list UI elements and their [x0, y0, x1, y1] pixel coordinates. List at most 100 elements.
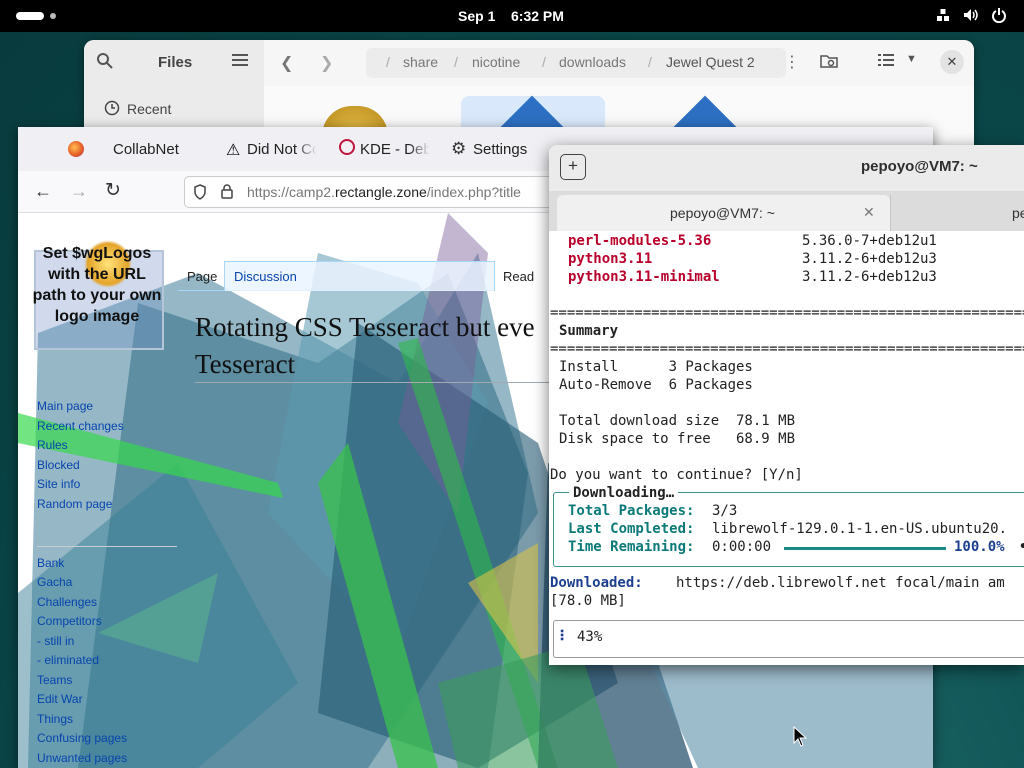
- total-packages-label: Total Packages:: [568, 503, 695, 519]
- activities-button[interactable]: [16, 12, 44, 20]
- tab-close-icon[interactable]: ✕: [863, 204, 875, 221]
- portal-link-edit-war[interactable]: Edit War: [37, 692, 83, 706]
- tab-page[interactable]: Page: [187, 269, 217, 284]
- crumb-separator: /: [542, 54, 546, 70]
- breadcrumb-nicotine[interactable]: nicotine: [472, 54, 520, 70]
- portal-link-teams[interactable]: Teams: [37, 673, 72, 687]
- back-icon[interactable]: ❮: [280, 53, 293, 73]
- list-view-icon[interactable]: [878, 52, 894, 73]
- portal-link-challenges[interactable]: Challenges: [37, 595, 97, 609]
- tab-did-not[interactable]: Did Not Co: [247, 141, 317, 158]
- portal-link-still-in[interactable]: - still in: [37, 634, 74, 648]
- terminal-tab-active[interactable]: pepoyo@VM7: ~ ✕: [557, 195, 890, 231]
- kde-icon: [339, 139, 355, 155]
- nav-link-main-page[interactable]: Main page: [37, 399, 93, 413]
- spinner-icon: ⠇: [559, 629, 570, 645]
- terminal-tab-bar: pepoyo@VM7: ~ ✕ pe: [549, 191, 1024, 231]
- separator-rule: ========================================…: [550, 341, 1024, 357]
- downloaded-label: Downloaded:: [550, 575, 643, 591]
- close-icon[interactable]: ✕: [940, 50, 964, 74]
- sidebar-item-recent[interactable]: Recent: [127, 101, 171, 117]
- logo-placeholder-text[interactable]: Set $wgLogos with the URL path to your o…: [32, 243, 162, 327]
- progress-percent: 43%: [577, 629, 603, 645]
- portal-link-competitors[interactable]: Competitors: [37, 614, 102, 628]
- breadcrumb-current[interactable]: Jewel Quest 2: [666, 54, 755, 70]
- view-dropdown-icon[interactable]: ▼: [906, 53, 917, 65]
- downloading-title: Downloading…: [569, 485, 679, 501]
- continue-prompt: Do you want to continue? [Y/n]: [550, 467, 803, 483]
- power-icon[interactable]: [990, 7, 1008, 25]
- crumb-separator: /: [454, 54, 458, 70]
- package-name: perl-modules-5.36: [568, 233, 712, 249]
- warning-icon: ⚠: [226, 142, 241, 159]
- back-arrow-icon[interactable]: ←: [34, 181, 52, 202]
- nav-link-site-info[interactable]: Site info: [37, 477, 80, 491]
- portal-divider: [37, 546, 177, 547]
- download-progress-bar: [784, 547, 946, 550]
- terminal-tab-label: pe: [1012, 205, 1024, 221]
- new-tab-plus-icon[interactable]: +: [560, 154, 586, 180]
- portal-link-unwanted-pages[interactable]: Unwanted pages: [37, 751, 127, 765]
- downloaded-size: [78.0 MB]: [550, 593, 626, 609]
- forward-arrow-icon[interactable]: →: [70, 181, 88, 202]
- lock-icon[interactable]: [221, 183, 233, 204]
- url-text: https://camp2.rectangle.zone/index.php?t…: [247, 184, 521, 200]
- tab-read[interactable]: Read: [503, 269, 534, 284]
- volume-icon[interactable]: [962, 7, 980, 25]
- menu-icon[interactable]: [232, 52, 248, 73]
- more-options-icon[interactable]: ⋮: [784, 52, 800, 72]
- firefox-icon[interactable]: [68, 141, 84, 157]
- time-remaining-label: Time Remaining:: [568, 539, 695, 555]
- download-size-line: Total download size 78.1 MB: [559, 413, 796, 429]
- last-completed-label: Last Completed:: [568, 521, 695, 537]
- terminal-title: pepoyo@VM7: ~: [861, 158, 978, 175]
- terminal-tab-second[interactable]: pe: [890, 195, 1024, 231]
- package-version: 3.11.2-6+deb12u3: [802, 269, 937, 285]
- shield-icon[interactable]: [193, 184, 207, 205]
- progress-box: [553, 620, 1024, 658]
- portal-link-eliminated[interactable]: - eliminated: [37, 653, 99, 667]
- nav-link-blocked[interactable]: Blocked: [37, 458, 80, 472]
- crumb-separator: /: [648, 54, 652, 70]
- download-percent: 100.0%: [954, 539, 1005, 555]
- terminal-tab-label: pepoyo@VM7: ~: [670, 205, 775, 221]
- tab-discussion[interactable]: Discussion: [234, 269, 297, 284]
- terminal-headerbar: + pepoyo@VM7: ~: [549, 145, 1024, 191]
- tab-collabnet[interactable]: CollabNet: [113, 141, 179, 158]
- workspace-indicator[interactable]: [50, 13, 56, 19]
- total-packages-value: 3/3: [712, 503, 738, 519]
- summary-heading: Summary: [559, 323, 619, 339]
- breadcrumb-downloads[interactable]: downloads: [559, 54, 626, 70]
- files-title: Files: [158, 54, 193, 71]
- clock-time[interactable]: 6:32 PM: [511, 8, 564, 24]
- breadcrumb-share[interactable]: share: [403, 54, 438, 70]
- package-name: python3.11: [568, 251, 653, 267]
- package-version: 3.11.2-6+deb12u3: [802, 251, 937, 267]
- nav-link-recent-changes[interactable]: Recent changes: [37, 419, 124, 433]
- tab-kde[interactable]: KDE - Deb: [360, 141, 430, 158]
- title-divider: [195, 382, 555, 383]
- nav-link-random-page[interactable]: Random page: [37, 497, 112, 511]
- top-bar: Sep 1 6:32 PM: [0, 0, 1024, 32]
- downloaded-url: https://deb.librewolf.net focal/main am: [676, 575, 1005, 591]
- separator-rule: ========================================…: [550, 305, 1024, 321]
- time-remaining-value: 0:00:00: [712, 539, 772, 555]
- nav-link-rules[interactable]: Rules: [37, 438, 68, 452]
- search-icon[interactable]: [96, 52, 114, 75]
- files-headerbar: ❮ ❯ / share / nicotine / downloads / Jew…: [264, 40, 974, 86]
- network-icon[interactable]: [934, 7, 952, 25]
- package-name: python3.11-minimal: [568, 269, 720, 285]
- portal-link-confusing-pages[interactable]: Confusing pages: [37, 731, 127, 745]
- portal-link-bank[interactable]: Bank: [37, 556, 64, 570]
- reload-icon[interactable]: ↻: [105, 179, 121, 202]
- folder-search-icon[interactable]: [820, 52, 838, 75]
- clock-date[interactable]: Sep 1: [458, 8, 495, 24]
- disk-space-line: Disk space to free 68.9 MB: [559, 431, 796, 447]
- crumb-separator: /: [386, 54, 390, 70]
- terminal-window: + pepoyo@VM7: ~ pepoyo@VM7: ~ ✕ pe perl-…: [549, 145, 1024, 665]
- forward-icon[interactable]: ❯: [320, 53, 333, 73]
- portal-link-gacha[interactable]: Gacha: [37, 575, 72, 589]
- tab-settings[interactable]: Settings: [473, 141, 527, 158]
- settings-gear-icon: ⚙: [451, 139, 467, 158]
- portal-link-things[interactable]: Things: [37, 712, 73, 726]
